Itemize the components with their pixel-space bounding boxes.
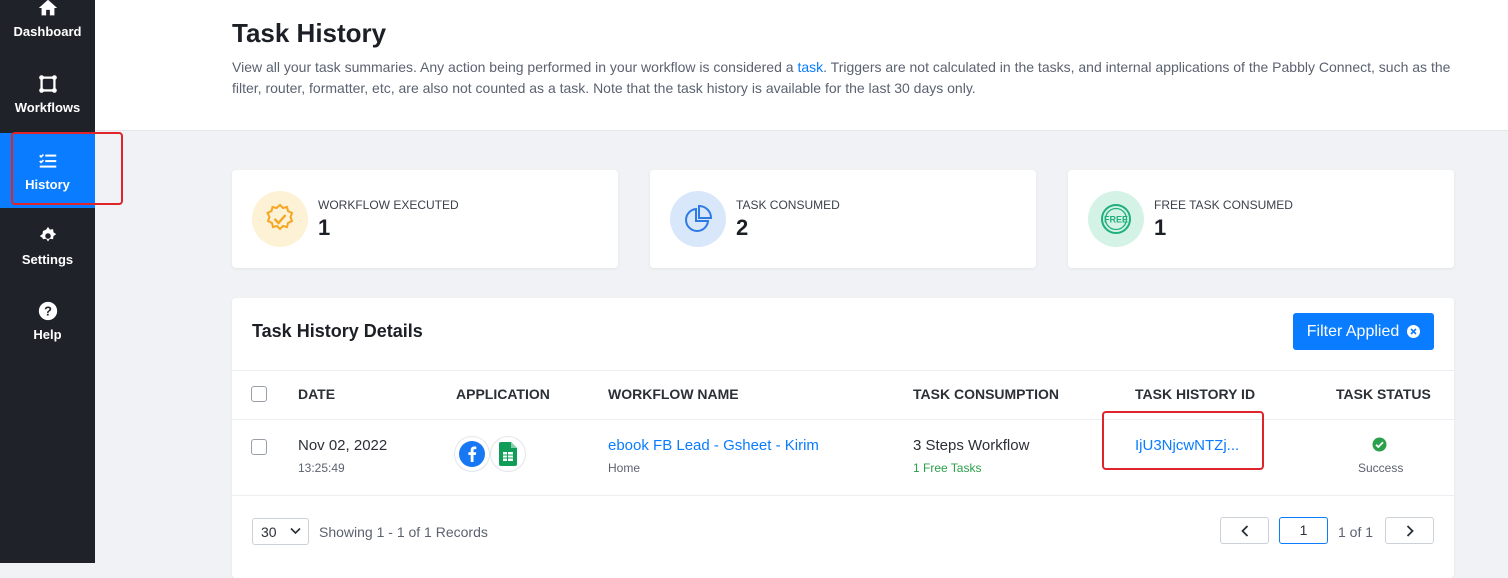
stat-label: TASK CONSUMED [736, 198, 840, 212]
page-description: View all your task summaries. Any action… [232, 57, 1452, 99]
sidebar-item-dashboard[interactable]: Dashboard [0, 0, 95, 55]
sidebar-item-help[interactable]: ? Help [0, 283, 95, 358]
records-summary: Showing 1 - 1 of 1 Records [319, 524, 488, 540]
select-all-checkbox[interactable] [251, 386, 267, 402]
page-of-text: 1 of 1 [1338, 524, 1374, 540]
next-page-button[interactable] [1385, 517, 1434, 544]
google-sheets-icon[interactable] [490, 436, 526, 472]
stat-value: 2 [736, 215, 749, 240]
stat-value: 1 [318, 215, 331, 240]
column-task-history-id[interactable]: TASK HISTORY ID [1135, 386, 1255, 402]
workflow-folder: Home [608, 461, 641, 475]
table-row: Nov 02, 2022 13:25:49 ebook FB Lead - Gs… [232, 419, 1454, 496]
page-size-select[interactable]: 30 [252, 518, 309, 545]
column-application[interactable]: APPLICATION [456, 386, 550, 402]
annotation-highlight-history [11, 132, 123, 205]
row-checkbox[interactable] [251, 439, 267, 455]
task-consumption: 3 Steps Workflow [913, 437, 1030, 454]
sidebar-item-label: Help [33, 326, 62, 342]
workflow-icon [38, 74, 57, 93]
status-text: Success [1358, 461, 1404, 475]
stat-card-workflow-executed: WORKFLOW EXECUTED 1 [232, 170, 618, 268]
page-title: Task History [232, 18, 387, 48]
pie-chart-icon [670, 191, 726, 247]
annotation-highlight-history-id [1102, 411, 1264, 470]
sidebar-item-settings[interactable]: Settings [0, 208, 95, 283]
table-header: DATE APPLICATION WORKFLOW NAME TASK CONS… [232, 370, 1454, 420]
help-icon: ? [38, 301, 57, 320]
sidebar-item-workflows[interactable]: Workflows [0, 56, 95, 131]
sidebar-item-label: Dashboard [13, 23, 82, 39]
column-date[interactable]: DATE [298, 386, 335, 402]
page-header: Task History View all your task summarie… [95, 0, 1508, 131]
close-circle-icon[interactable] [1407, 325, 1421, 338]
svg-text:?: ? [44, 303, 52, 318]
gear-icon [39, 226, 56, 241]
badge-check-icon [252, 191, 308, 247]
filter-applied-button[interactable]: Filter Applied [1293, 313, 1434, 350]
free-badge-icon: FREE [1088, 191, 1144, 247]
row-date: Nov 02, 2022 [298, 437, 388, 454]
free-tasks-count: 1 Free Tasks [913, 461, 982, 475]
description-text: View all your task summaries. Any action… [232, 59, 798, 75]
stat-value: 1 [1154, 215, 1167, 240]
page-size-value: 30 [261, 523, 277, 540]
sidebar: Dashboard Workflows History Settings ? H… [0, 0, 95, 563]
stat-label: FREE TASK CONSUMED [1154, 198, 1293, 212]
chevron-down-icon [290, 527, 301, 535]
column-task-consumption[interactable]: TASK CONSUMPTION [913, 386, 1059, 402]
svg-text:FREE: FREE [1104, 215, 1128, 225]
sidebar-item-label: Workflows [14, 99, 81, 115]
stat-card-task-consumed: TASK CONSUMED 2 [650, 170, 1036, 268]
column-task-status[interactable]: TASK STATUS [1336, 386, 1431, 402]
task-history-details-card: Task History Details Filter Applied DATE… [232, 298, 1454, 578]
details-title: Task History Details [252, 321, 423, 341]
filter-button-label: Filter Applied [1306, 322, 1400, 340]
workflow-name-link[interactable]: ebook FB Lead - Gsheet - Kirim [608, 437, 819, 454]
stat-label: WORKFLOW EXECUTED [318, 198, 459, 212]
previous-page-button[interactable] [1220, 517, 1269, 544]
row-time: 13:25:49 [298, 461, 345, 475]
chevron-left-icon [1240, 524, 1248, 537]
chevron-right-icon [1406, 524, 1414, 537]
column-workflow-name[interactable]: WORKFLOW NAME [608, 386, 739, 402]
home-icon [38, 0, 57, 15]
task-link[interactable]: task [797, 59, 823, 75]
success-check-icon [1372, 437, 1387, 457]
sidebar-item-label: Settings [21, 251, 74, 267]
stat-card-free-task-consumed: FREE FREE TASK CONSUMED 1 [1068, 170, 1454, 268]
current-page-input[interactable]: 1 [1279, 517, 1328, 544]
facebook-icon[interactable] [454, 436, 490, 472]
